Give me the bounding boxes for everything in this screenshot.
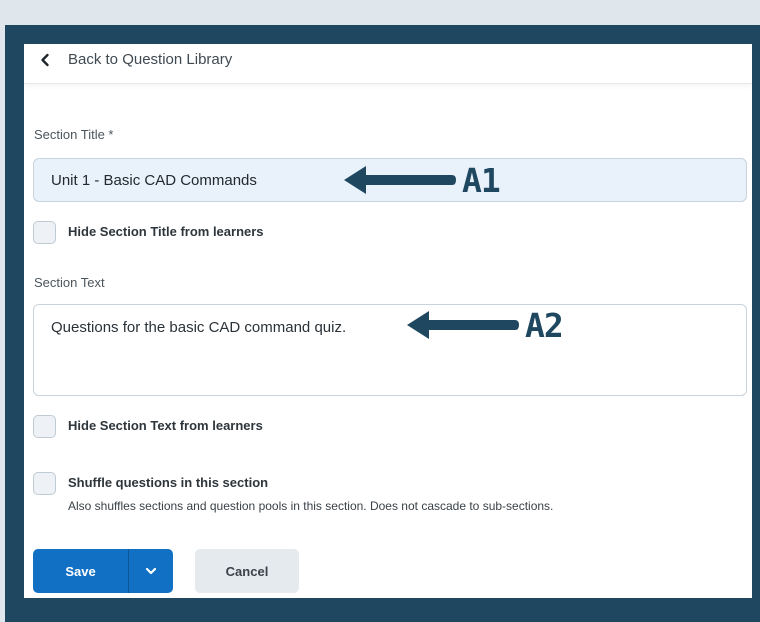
shuffle-description: Also shuffles sections and question pool… <box>68 499 554 513</box>
screenshot-frame: Back to Question Library Section Title *… <box>5 25 760 622</box>
top-nav-bar: Back to Question Library <box>24 44 752 84</box>
cancel-button[interactable]: Cancel <box>195 549 299 593</box>
shuffle-checkbox[interactable] <box>33 472 56 495</box>
save-split-button: Save <box>33 549 173 593</box>
shuffle-option: Shuffle questions in this section Also s… <box>33 472 553 513</box>
save-button[interactable]: Save <box>33 549 128 593</box>
chevron-down-icon <box>145 567 157 575</box>
hide-title-checkbox[interactable] <box>33 221 56 244</box>
annotation-a2-label: A2 <box>525 305 564 345</box>
edit-section-panel: Back to Question Library Section Title *… <box>24 44 752 598</box>
annotation-a2: A2 <box>403 305 564 345</box>
section-title-label: Section Title * <box>34 127 114 142</box>
annotation-a1-label: A1 <box>462 160 501 200</box>
arrow-left-icon <box>407 311 519 339</box>
save-options-button[interactable] <box>129 549 173 593</box>
shuffle-label: Shuffle questions in this section <box>68 475 269 490</box>
back-link-label: Back to Question Library <box>68 51 233 68</box>
hide-title-label: Hide Section Title from learners <box>68 224 264 239</box>
back-to-library-link[interactable]: Back to Question Library <box>38 51 232 68</box>
hide-title-option: Hide Section Title from learners <box>33 221 264 244</box>
section-text-label: Section Text <box>34 275 105 290</box>
chevron-left-icon <box>41 53 49 66</box>
section-text-input[interactable]: Questions for the basic CAD command quiz… <box>33 304 747 396</box>
hide-text-option: Hide Section Text from learners <box>33 415 263 438</box>
annotation-a1: A1 <box>340 160 501 200</box>
hide-text-checkbox[interactable] <box>33 415 56 438</box>
arrow-left-icon <box>344 166 456 194</box>
hide-text-label: Hide Section Text from learners <box>68 418 263 433</box>
